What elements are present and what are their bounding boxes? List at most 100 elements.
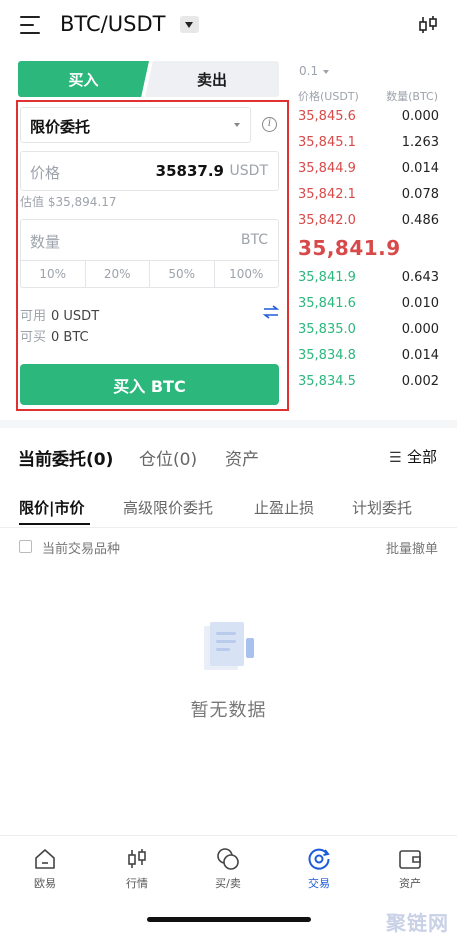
percent-20-button[interactable]: 20% [86, 261, 150, 287]
batch-cancel-button[interactable]: 批量撤单 [386, 538, 438, 557]
info-icon[interactable]: i [262, 117, 277, 132]
available-balance: 可用 0 USDT [20, 305, 99, 324]
bid-qty: 0.010 [401, 296, 439, 311]
watermark: 聚链网 [386, 911, 449, 933]
nav-label: 交易 [308, 877, 330, 890]
last-price: 35,841.9 [298, 236, 401, 260]
ask-qty: 0.486 [401, 213, 439, 228]
current-pair-label[interactable]: 当前交易品种 [42, 538, 120, 557]
subtab-trigger-order[interactable]: 计划委托 [352, 497, 412, 518]
ask-row[interactable]: 35,845.1 1.263 [298, 133, 439, 153]
ask-price: 35,845.6 [298, 109, 356, 124]
bid-qty: 0.002 [401, 374, 439, 389]
orderbook-price-header: 价格(USDT) [298, 90, 359, 103]
trade-icon [308, 848, 330, 870]
bid-row[interactable]: 35,841.9 0.643 [298, 268, 439, 288]
bid-qty: 0.000 [401, 322, 439, 337]
nav-buy-sell[interactable]: 买/卖 [193, 846, 263, 891]
tab-open-orders[interactable]: 当前委托(0) [18, 445, 113, 470]
menu-icon[interactable] [20, 16, 40, 34]
precision-value: 0.1 [299, 64, 319, 78]
list-icon: ☰ [388, 450, 402, 466]
chevron-down-icon [323, 69, 330, 74]
all-filter-label: 全部 [406, 448, 437, 466]
quantity-unit: BTC [240, 232, 268, 248]
ask-price: 35,842.0 [298, 213, 356, 228]
bid-price: 35,841.6 [298, 296, 356, 311]
nav-assets[interactable]: 资产 [375, 846, 445, 891]
empty-document-icon [204, 622, 254, 670]
bid-row[interactable]: 35,835.0 0.000 [298, 320, 439, 340]
active-tab-indicator [19, 523, 90, 525]
coins-icon [217, 848, 239, 870]
price-value: 35837.9 [155, 162, 224, 180]
ask-row[interactable]: 35,844.9 0.014 [298, 159, 439, 179]
buyable-label: 可买 [20, 330, 47, 345]
bid-price: 35,834.8 [298, 348, 356, 363]
ask-price: 35,845.1 [298, 135, 356, 150]
precision-select[interactable]: 0.1 [299, 64, 330, 78]
bid-row[interactable]: 35,834.5 0.002 [298, 372, 439, 392]
bid-qty: 0.014 [401, 348, 439, 363]
subtab-tp-sl[interactable]: 止盈止损 [254, 497, 314, 518]
nav-label: 行情 [126, 877, 148, 890]
percent-50-button[interactable]: 50% [150, 261, 215, 287]
bid-row[interactable]: 35,834.8 0.014 [298, 346, 439, 366]
divider [0, 527, 457, 528]
price-unit: USDT [229, 163, 268, 179]
trading-pair-title[interactable]: BTC/USDT [60, 12, 165, 36]
ask-qty: 0.014 [401, 161, 439, 176]
quantity-label: 数量 [30, 233, 61, 251]
ask-qty: 0.078 [401, 187, 439, 202]
ask-row[interactable]: 35,842.0 0.486 [298, 211, 439, 231]
tab-positions[interactable]: 仓位(0) [139, 445, 197, 470]
current-pair-checkbox[interactable] [19, 540, 32, 553]
nav-label: 欧易 [34, 877, 56, 890]
subtab-advanced-limit[interactable]: 高级限价委托 [123, 497, 213, 518]
ask-price: 35,842.1 [298, 187, 356, 202]
wallet-icon [399, 850, 421, 869]
buy-btc-button[interactable]: 买入 BTC [20, 364, 279, 405]
ask-qty: 0.000 [401, 109, 439, 124]
percent-selector: 10% 20% 50% 100% [20, 260, 279, 288]
percent-100-button[interactable]: 100% [215, 261, 279, 287]
tab-assets[interactable]: 资产 [225, 445, 259, 470]
bid-qty: 0.643 [401, 270, 439, 285]
quantity-input[interactable]: 数量 BTC [20, 219, 279, 260]
percent-10-button[interactable]: 10% [21, 261, 86, 287]
home-icon [35, 849, 55, 869]
bid-price: 35,834.5 [298, 374, 356, 389]
empty-state-text: 暂无数据 [190, 700, 267, 721]
price-label: 价格 [30, 164, 61, 182]
orderbook-qty-header: 数量(BTC) [386, 90, 438, 103]
buyable-amount: 可买 0 BTC [20, 326, 89, 345]
price-input[interactable]: 价格 35837.9 USDT [20, 151, 279, 191]
home-indicator [147, 917, 311, 922]
candlestick-icon[interactable] [417, 14, 439, 36]
nav-label: 买/卖 [215, 877, 241, 890]
subtab-limit-market[interactable]: 限价|市价 [19, 497, 84, 518]
nav-home[interactable]: 欧易 [10, 846, 80, 891]
swap-icon[interactable] [263, 305, 279, 319]
bid-price: 35,835.0 [298, 322, 356, 337]
tab-sell[interactable]: 卖出 [145, 61, 279, 97]
ask-row[interactable]: 35,842.1 0.078 [298, 185, 439, 205]
order-type-label: 限价委托 [30, 118, 91, 136]
nav-label: 资产 [399, 877, 421, 890]
all-filter-button[interactable]: ☰ 全部 [389, 446, 437, 467]
pair-dropdown-icon[interactable] [180, 16, 199, 33]
bid-price: 35,841.9 [298, 270, 356, 285]
candlestick-icon [128, 849, 146, 868]
bid-row[interactable]: 35,841.6 0.010 [298, 294, 439, 314]
nav-markets[interactable]: 行情 [102, 846, 172, 891]
price-estimate: 估值 $35,894.17 [20, 195, 117, 209]
ask-qty: 1.263 [401, 135, 439, 150]
order-type-select[interactable]: 限价委托 [20, 107, 251, 143]
section-divider [0, 420, 457, 428]
available-label: 可用 [20, 309, 47, 324]
nav-trade[interactable]: 交易 [284, 846, 354, 891]
ask-row[interactable]: 35,845.6 0.000 [298, 107, 439, 127]
tab-buy[interactable]: 买入 [18, 61, 149, 97]
buyable-value: 0 BTC [51, 330, 89, 345]
chevron-down-icon [234, 123, 240, 127]
